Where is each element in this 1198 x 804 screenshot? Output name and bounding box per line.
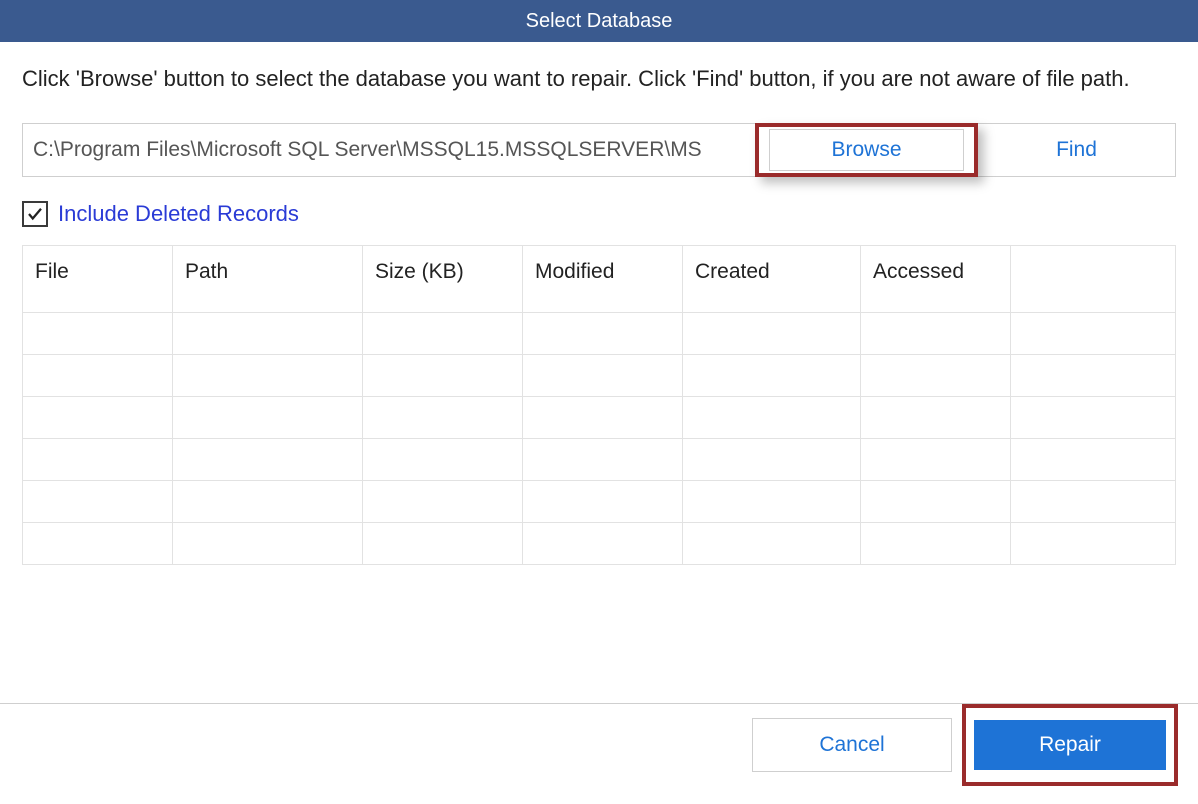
table-row[interactable] (23, 313, 1176, 355)
table-row[interactable] (23, 439, 1176, 481)
browse-button[interactable]: Browse (769, 129, 964, 171)
browse-highlight-frame: Browse (755, 123, 978, 177)
col-path[interactable]: Path (173, 246, 363, 313)
col-accessed[interactable]: Accessed (861, 246, 1011, 313)
database-path-input[interactable] (22, 123, 757, 177)
dialog-title: Select Database (526, 10, 673, 33)
cancel-button[interactable]: Cancel (752, 718, 952, 772)
table-row[interactable] (23, 523, 1176, 565)
table-header-row: File Path Size (KB) Modified Created Acc… (23, 246, 1176, 313)
table-row[interactable] (23, 355, 1176, 397)
titlebar: Select Database (0, 0, 1198, 42)
find-button[interactable]: Find (978, 123, 1176, 177)
include-deleted-row: Include Deleted Records (22, 201, 1176, 227)
include-deleted-checkbox[interactable] (22, 201, 48, 227)
table-row[interactable] (23, 481, 1176, 523)
col-file[interactable]: File (23, 246, 173, 313)
repair-highlight-frame: Repair (962, 704, 1178, 786)
repair-button[interactable]: Repair (974, 720, 1166, 770)
checkmark-icon (26, 205, 44, 223)
include-deleted-label[interactable]: Include Deleted Records (58, 201, 299, 227)
file-table: File Path Size (KB) Modified Created Acc… (22, 245, 1176, 565)
dialog-content: Click 'Browse' button to select the data… (0, 42, 1198, 565)
footer-buttons: Cancel Repair (752, 704, 1178, 786)
col-extra[interactable] (1011, 246, 1176, 313)
col-size[interactable]: Size (KB) (363, 246, 523, 313)
col-modified[interactable]: Modified (523, 246, 683, 313)
col-created[interactable]: Created (683, 246, 861, 313)
path-row: Browse Find (22, 123, 1176, 177)
instruction-text: Click 'Browse' button to select the data… (22, 62, 1176, 95)
table-row[interactable] (23, 397, 1176, 439)
